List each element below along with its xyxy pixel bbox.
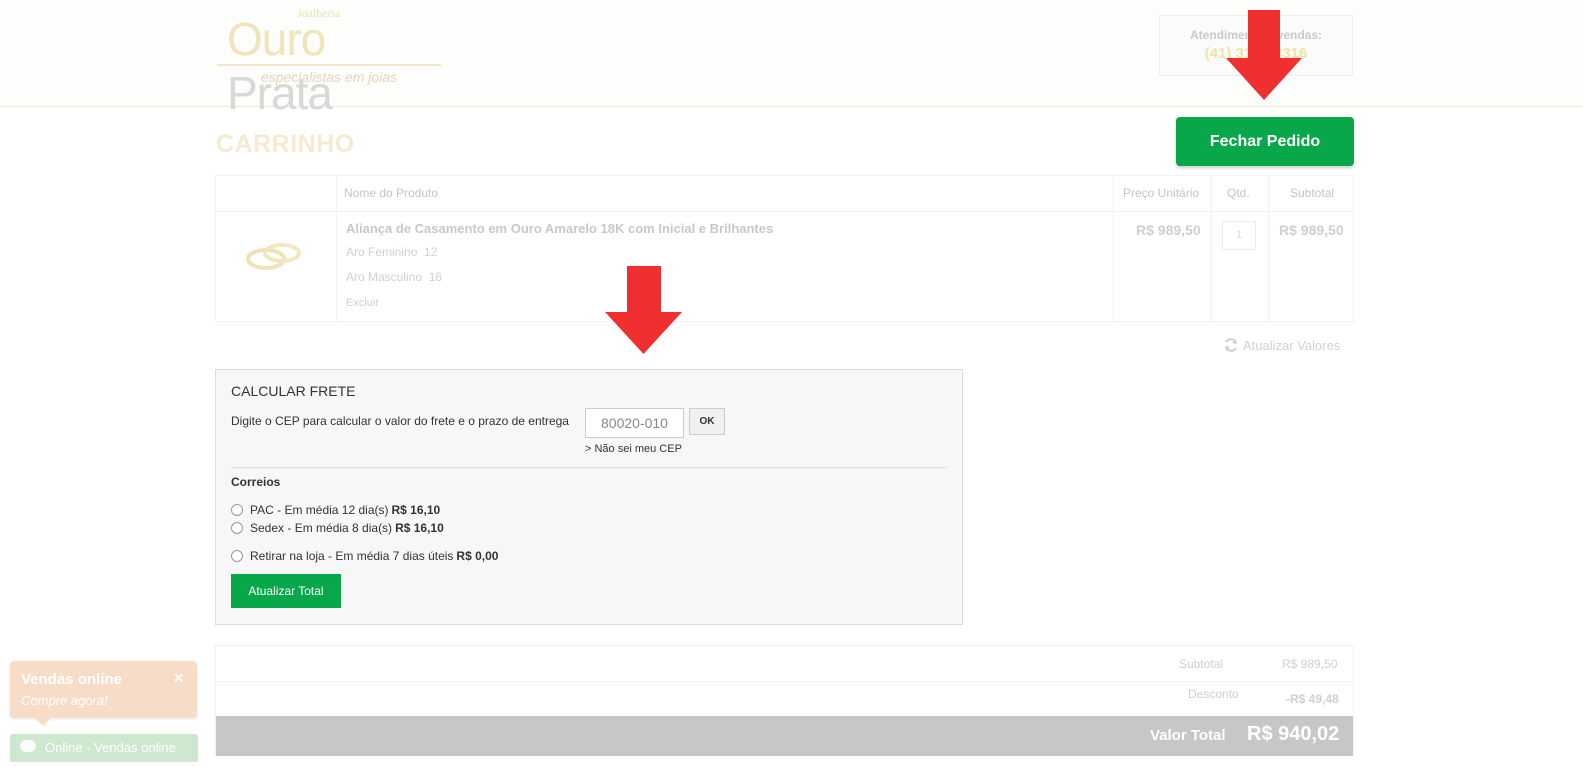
product-option-male: Aro Masculino 16 xyxy=(346,270,442,284)
logo-word-ouro: Ouro xyxy=(227,13,326,65)
column-quantity: Qtd. xyxy=(1227,186,1250,200)
chat-subtitle: Compre agora! xyxy=(21,693,108,708)
cep-ok-button[interactable]: OK xyxy=(689,408,725,435)
option-label: Aro Masculino xyxy=(346,270,423,284)
red-arrow-down-icon xyxy=(605,266,682,354)
option-label: Retirar na loja - Em média 7 dias úteis xyxy=(250,549,454,563)
unit-price: R$ 989,50 xyxy=(1136,222,1201,238)
product-option-female: Aro Feminino 12 xyxy=(346,245,437,259)
option-value: 16 xyxy=(428,270,443,284)
column-divider xyxy=(1211,176,1212,321)
discount-value: -R$ 49,48 xyxy=(1286,692,1339,706)
logo-tagline: especialistas em joias xyxy=(260,69,398,85)
site-header: Joalheria Ouro Prata especialistas em jo… xyxy=(0,0,1583,119)
cep-input[interactable] xyxy=(585,408,684,438)
cart-table: Nome do Produto Preço Unitário Qtd. Subt… xyxy=(215,175,1354,322)
option-label: PAC - Em média 12 dia(s) xyxy=(250,503,389,517)
column-divider xyxy=(336,176,337,321)
column-divider xyxy=(1113,176,1114,321)
radio-button[interactable] xyxy=(231,550,243,562)
discount-row: Desconto -R$ 49,48 xyxy=(216,681,1353,717)
column-product-name: Nome do Produto xyxy=(344,186,439,200)
store-logo[interactable]: Joalheria Ouro Prata especialistas em jo… xyxy=(217,6,441,119)
carrier-label: Correios xyxy=(231,475,281,489)
grand-total-value: R$ 940,02 xyxy=(1247,723,1340,745)
divider xyxy=(231,467,947,468)
product-rings-image[interactable] xyxy=(244,236,306,276)
page-title: CARRINHO xyxy=(216,130,355,158)
quantity-input[interactable]: 1 xyxy=(1222,221,1256,250)
cart-table-header: Nome do Produto Preço Unitário Qtd. Subt… xyxy=(216,176,1353,212)
chat-status-bar[interactable]: Online - Vendas online xyxy=(10,734,198,762)
item-subtotal: R$ 989,50 xyxy=(1279,222,1344,238)
option-price: R$ 16,10 xyxy=(395,521,444,535)
chat-popup-tail xyxy=(35,718,51,726)
close-icon[interactable]: × xyxy=(174,670,183,688)
radio-button[interactable] xyxy=(231,522,243,534)
logo-divider xyxy=(217,64,441,66)
shipping-option-sedex[interactable]: Sedex - Em média 8 dia(s) R$ 16,10 xyxy=(231,521,444,535)
option-price: R$ 16,10 xyxy=(391,503,441,517)
chat-status-text: Online - Vendas online xyxy=(45,740,176,755)
chat-popup[interactable]: Vendas online Compre agora! × xyxy=(10,661,197,718)
refresh-icon xyxy=(1225,338,1237,352)
option-price: R$ 0,00 xyxy=(456,549,499,563)
logo-text: Ouro Prata xyxy=(227,12,441,120)
subtotal-label: Subtotal xyxy=(1179,657,1224,671)
grand-total-label: Valor Total xyxy=(1150,727,1226,744)
column-unit-price: Preço Unitário xyxy=(1123,186,1200,200)
shipping-option-pickup[interactable]: Retirar na loja - Em média 7 dias úteis … xyxy=(231,549,498,563)
remove-item-link[interactable]: Excluir xyxy=(346,297,379,309)
column-subtotal: Subtotal xyxy=(1290,186,1335,200)
red-arrow-down-icon xyxy=(1226,10,1302,100)
order-totals: Subtotal R$ 989,50 Desconto -R$ 49,48 Va… xyxy=(215,645,1354,756)
chat-title: Vendas online xyxy=(21,671,122,688)
grand-total-row: Valor Total R$ 940,02 xyxy=(216,716,1353,756)
product-name-link[interactable]: Aliança de Casamento em Ouro Amarelo 18K… xyxy=(346,221,773,236)
option-value: 12 xyxy=(424,245,438,259)
column-divider xyxy=(1268,176,1269,321)
update-total-button[interactable]: Atualizar Total xyxy=(231,574,341,608)
refresh-label: Atualizar Valores xyxy=(1243,338,1341,353)
refresh-values-link[interactable]: Atualizar Valores xyxy=(1223,337,1340,353)
discount-label: Desconto xyxy=(1188,687,1239,701)
chat-bubble-icon xyxy=(20,740,36,752)
dont-know-cep-link[interactable]: > Não sei meu CEP xyxy=(585,443,682,455)
shipping-title: CALCULAR FRETE xyxy=(231,383,356,399)
shipping-calculator: CALCULAR FRETE Digite o CEP para calcula… xyxy=(215,369,963,625)
option-label: Sedex - Em média 8 dia(s) xyxy=(250,521,393,535)
subtotal-value: R$ 989,50 xyxy=(1282,657,1338,671)
checkout-button[interactable]: Fechar Pedido xyxy=(1176,117,1354,166)
shipping-option-pac[interactable]: PAC - Em média 12 dia(s) R$ 16,10 xyxy=(231,503,440,517)
radio-button[interactable] xyxy=(231,504,243,516)
shipping-description: Digite o CEP para calcular o valor do fr… xyxy=(231,414,569,428)
option-label: Aro Feminino xyxy=(346,245,418,259)
subtotal-row: Subtotal R$ 989,50 xyxy=(216,646,1353,682)
